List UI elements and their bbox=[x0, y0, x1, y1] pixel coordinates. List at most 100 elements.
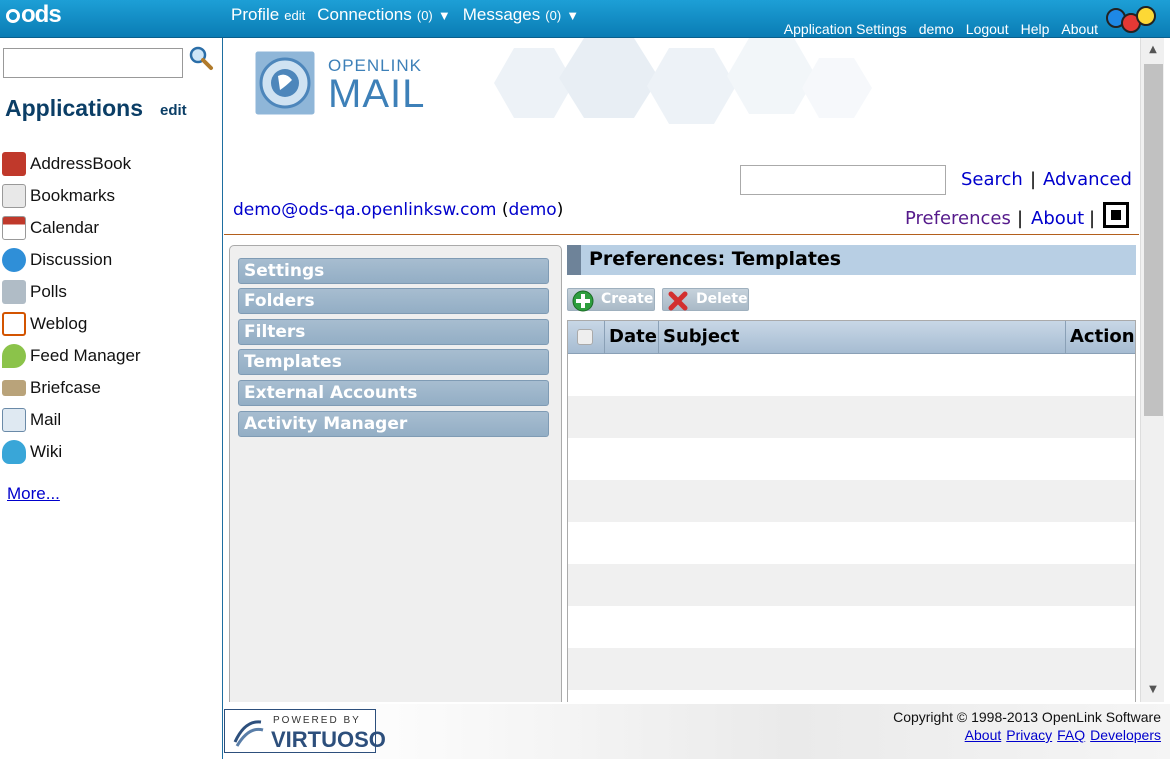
column-subject[interactable]: Subject bbox=[658, 321, 1066, 354]
column-date[interactable]: Date bbox=[604, 321, 661, 354]
about-link[interactable]: About bbox=[1031, 208, 1084, 229]
search-link[interactable]: Search bbox=[961, 169, 1023, 190]
nav-connections-label[interactable]: Connections bbox=[317, 5, 412, 24]
sidebar-item-label: Polls bbox=[30, 282, 67, 301]
footer-faq-link[interactable]: FAQ bbox=[1057, 727, 1085, 743]
user-identity: demo@ods-qa.openlinksw.com (demo) bbox=[233, 200, 564, 220]
sidebar-item-feed-manager[interactable]: Feed Manager bbox=[0, 340, 223, 372]
pref-nav-activity-manager[interactable]: Activity Manager bbox=[238, 411, 549, 437]
square-icon[interactable] bbox=[1103, 202, 1129, 228]
nav-profile-edit[interactable]: edit bbox=[284, 8, 305, 23]
nav-messages-label[interactable]: Messages bbox=[463, 5, 540, 24]
search-icon[interactable] bbox=[188, 45, 214, 71]
user-link[interactable]: demo bbox=[919, 21, 954, 37]
delete-button-label: Delete bbox=[696, 291, 748, 307]
table-row bbox=[568, 396, 1135, 438]
table-row bbox=[568, 438, 1135, 480]
create-button[interactable]: Create bbox=[567, 288, 655, 312]
polls-icon bbox=[2, 280, 26, 304]
virtuoso-swirl-icon bbox=[233, 720, 264, 747]
messages-dropdown-icon[interactable]: ▼ bbox=[566, 8, 579, 23]
preferences-link[interactable]: Preferences bbox=[905, 208, 1011, 229]
mail-icon bbox=[2, 408, 26, 432]
logout-link[interactable]: Logout bbox=[966, 21, 1009, 37]
user-email-link[interactable]: demo@ods-qa.openlinksw.com bbox=[233, 200, 496, 220]
pref-nav-settings[interactable]: Settings bbox=[238, 258, 549, 284]
preferences-nav: Settings Folders Filters Templates Exter… bbox=[229, 245, 562, 702]
applications-edit-link[interactable]: edit bbox=[160, 102, 187, 119]
connections-dropdown-icon[interactable]: ▼ bbox=[438, 8, 451, 23]
table-row bbox=[568, 564, 1135, 606]
vertical-scrollbar[interactable]: ▲ ▼ bbox=[1140, 38, 1164, 702]
sidebar-item-weblog[interactable]: Weblog bbox=[0, 308, 223, 340]
scrollbar-thumb[interactable] bbox=[1144, 64, 1163, 416]
about-top-link[interactable]: About bbox=[1061, 21, 1098, 37]
help-link[interactable]: Help bbox=[1021, 21, 1050, 37]
powered-by-text: POWERED BY bbox=[273, 715, 361, 726]
sidebar-item-label: Calendar bbox=[30, 218, 99, 237]
weblog-icon bbox=[2, 312, 26, 336]
sidebar-item-bookmarks[interactable]: Bookmarks bbox=[0, 180, 223, 212]
sidebar-item-polls[interactable]: Polls bbox=[0, 276, 223, 308]
person-yellow-icon bbox=[1136, 6, 1156, 26]
sidebar-item-label: Wiki bbox=[30, 442, 63, 461]
nav-messages[interactable]: Messages (0) ▼ bbox=[463, 5, 579, 25]
delete-button[interactable]: Delete bbox=[662, 288, 749, 311]
more-applications-link[interactable]: More... bbox=[7, 484, 60, 504]
wiki-icon bbox=[2, 440, 26, 464]
application-list: AddressBook Bookmarks Calendar Discussio… bbox=[0, 148, 223, 468]
ods-logo[interactable]: ods bbox=[6, 1, 62, 29]
plus-icon bbox=[572, 290, 594, 312]
scroll-up-icon[interactable]: ▲ bbox=[1141, 38, 1165, 62]
briefcase-icon bbox=[2, 380, 26, 396]
sidebar-search-input[interactable] bbox=[3, 48, 183, 78]
sidebar-item-label: Mail bbox=[30, 410, 62, 429]
nav-messages-count: (0) bbox=[545, 8, 562, 23]
page-title: Preferences: Templates bbox=[567, 245, 1136, 275]
sidebar-item-label: Bookmarks bbox=[30, 186, 116, 205]
discussion-icon bbox=[2, 248, 26, 272]
addressbook-icon bbox=[2, 152, 26, 176]
sidebar-item-discussion[interactable]: Discussion bbox=[0, 244, 223, 276]
ods-logo-mark-icon bbox=[6, 9, 20, 23]
sidebar-item-calendar[interactable]: Calendar bbox=[0, 212, 223, 244]
nav-connections[interactable]: Connections (0) ▼ bbox=[317, 5, 450, 25]
sidebar-item-label: Weblog bbox=[30, 314, 88, 333]
people-icon[interactable] bbox=[1106, 4, 1160, 34]
sidebar-item-briefcase[interactable]: Briefcase bbox=[0, 372, 223, 404]
templates-panel: Preferences: Templates Create Delete Dat… bbox=[567, 245, 1136, 702]
nav-profile-label[interactable]: Profile bbox=[231, 5, 279, 24]
select-all-checkbox[interactable] bbox=[577, 329, 593, 345]
separator: | bbox=[1030, 169, 1037, 190]
nav-profile[interactable]: Profile edit bbox=[231, 5, 305, 25]
footer-privacy-link[interactable]: Privacy bbox=[1006, 727, 1052, 743]
separator: | bbox=[1017, 208, 1024, 229]
column-action: Action bbox=[1065, 321, 1137, 354]
applications-heading: Applications bbox=[5, 95, 144, 121]
bookmarks-icon bbox=[2, 184, 26, 208]
top-bar: ods Profile edit Connections (0) ▼ Messa… bbox=[0, 0, 1170, 38]
footer: POWERED BY VIRTUOSO Copyright © 1998-201… bbox=[224, 704, 1170, 759]
sidebar-item-addressbook[interactable]: AddressBook bbox=[0, 148, 223, 180]
table-row bbox=[568, 648, 1135, 690]
openlink-mail-logo-icon bbox=[252, 48, 318, 118]
pref-nav-folders[interactable]: Folders bbox=[238, 288, 549, 314]
application-settings-link[interactable]: Application Settings bbox=[784, 21, 907, 37]
footer-about-link[interactable]: About bbox=[965, 727, 1002, 743]
powered-by-virtuoso-badge[interactable]: POWERED BY VIRTUOSO bbox=[224, 709, 386, 753]
sidebar-item-wiki[interactable]: Wiki bbox=[0, 436, 223, 468]
advanced-search-link[interactable]: Advanced bbox=[1043, 169, 1132, 190]
pref-nav-templates[interactable]: Templates bbox=[238, 349, 549, 375]
copyright-text: Copyright © 1998-2013 OpenLink Software bbox=[893, 709, 1161, 725]
pref-nav-external-accounts[interactable]: External Accounts bbox=[238, 380, 549, 406]
mail-search-input[interactable] bbox=[740, 165, 946, 195]
table-header: Date Subject Action bbox=[568, 321, 1135, 354]
templates-table: Date Subject Action bbox=[567, 320, 1136, 702]
footer-developers-link[interactable]: Developers bbox=[1090, 727, 1161, 743]
pref-nav-filters[interactable]: Filters bbox=[238, 319, 549, 345]
top-nav: Profile edit Connections (0) ▼ Messages … bbox=[231, 5, 579, 25]
sidebar-item-mail[interactable]: Mail bbox=[0, 404, 223, 436]
scroll-down-icon[interactable]: ▼ bbox=[1141, 678, 1165, 702]
user-name-link[interactable]: demo bbox=[508, 200, 556, 220]
calendar-icon bbox=[2, 216, 26, 240]
